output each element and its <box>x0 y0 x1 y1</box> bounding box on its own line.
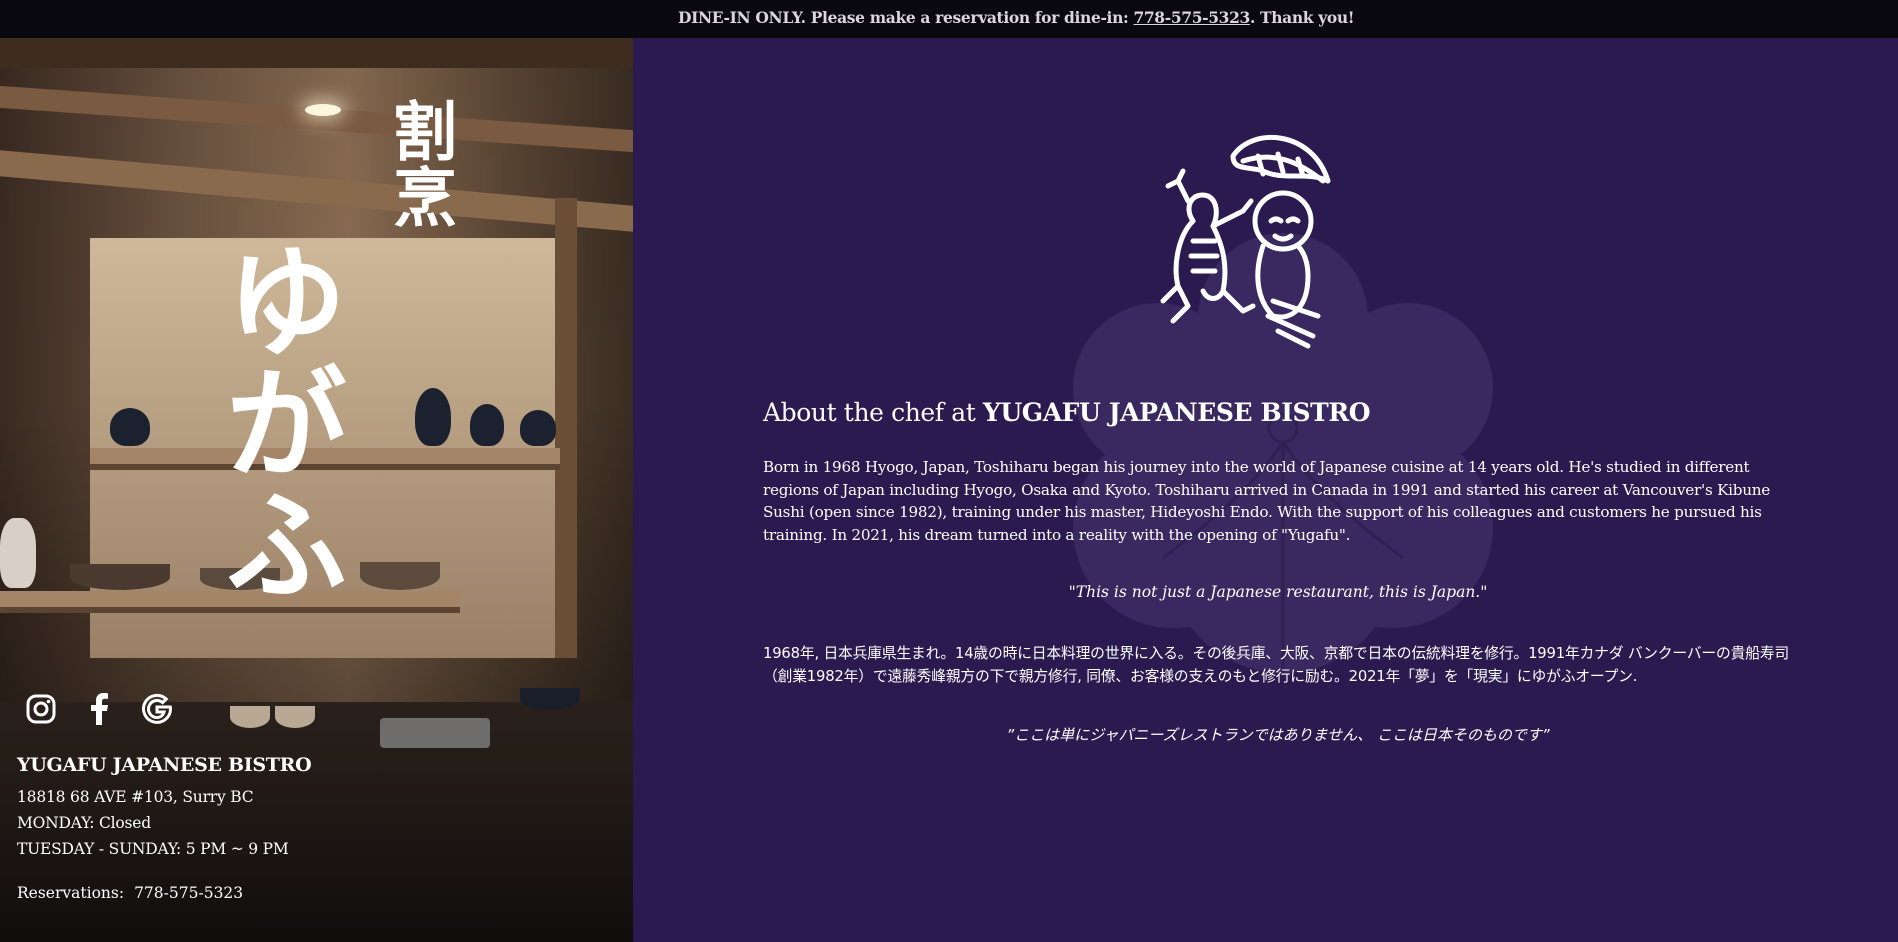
wood-post <box>555 198 577 658</box>
reservations-phone-link[interactable]: 778-575-5323 <box>134 884 243 902</box>
teapot <box>110 408 150 446</box>
chef-quote-english: "This is not just a Japanese restaurant,… <box>1068 583 1488 601</box>
bowl <box>520 688 580 710</box>
kappo-calligraphy: 割烹 <box>382 98 457 230</box>
cups <box>275 706 315 728</box>
announcement-text: DINE-IN ONLY. Please make a reservation … <box>678 0 1355 38</box>
social-links <box>24 692 174 726</box>
chef-bio-japanese: 1968年, 日本兵庫県生まれ。14歳の時に日本料理の世界に入る。その後兵庫、大… <box>763 645 1790 685</box>
announcement-bar: DINE-IN ONLY. Please make a reservation … <box>0 0 1898 38</box>
announcement-prefix: DINE-IN ONLY. Please make a reservation … <box>678 8 1134 27</box>
reservations-line: Reservations: 778-575-5323 <box>17 884 617 902</box>
about-title-name: YUGAFU JAPANESE BISTRO <box>982 398 1371 427</box>
teapot <box>470 404 504 446</box>
instagram-icon[interactable] <box>24 692 58 726</box>
chef-quote-japanese: ”ここは単にジャパニーズレストランではありません、 ここは日本そのものです” <box>1006 726 1550 744</box>
about-panel: About the chef at YUGAFU JAPANESE BISTRO… <box>633 38 1898 942</box>
chef-bio-english: Born in 1968 Hyogo, Japan, Toshiharu beg… <box>763 458 1771 544</box>
chef-logo-illustration <box>1160 134 1331 349</box>
facebook-icon[interactable] <box>82 692 116 726</box>
restaurant-address: 18818 68 AVE #103, Surry BC <box>17 788 254 806</box>
teapot <box>520 410 556 446</box>
hours-monday: MONDAY: Closed <box>17 814 151 832</box>
google-icon[interactable] <box>140 692 174 726</box>
sink <box>380 718 490 748</box>
ceiling-beam <box>0 38 633 68</box>
yugafu-calligraphy: ゆがふ <box>205 238 349 604</box>
calligraphy-logo: 割烹 ゆがふ <box>205 98 475 658</box>
about-title: About the chef at YUGAFU JAPANESE BISTRO <box>763 398 1371 427</box>
hours-week: TUESDAY - SUNDAY: 5 PM ~ 9 PM <box>17 840 289 858</box>
cups <box>230 706 270 728</box>
restaurant-name: YUGAFU JAPANESE BISTRO <box>17 754 312 776</box>
hero-photo-panel: 割烹 ゆがふ YUGAFU JAPANESE BISTRO 18818 68 A… <box>0 38 633 942</box>
about-title-prefix: About the chef at <box>763 398 983 427</box>
plates <box>70 564 170 590</box>
announcement-phone-link[interactable]: 778-575-5323 <box>1133 8 1250 27</box>
announcement-suffix: . Thank you! <box>1249 8 1355 27</box>
restaurant-info: YUGAFU JAPANESE BISTRO 18818 68 AVE #103… <box>17 754 617 902</box>
vase <box>0 518 36 588</box>
reservations-label: Reservations: <box>17 884 125 902</box>
